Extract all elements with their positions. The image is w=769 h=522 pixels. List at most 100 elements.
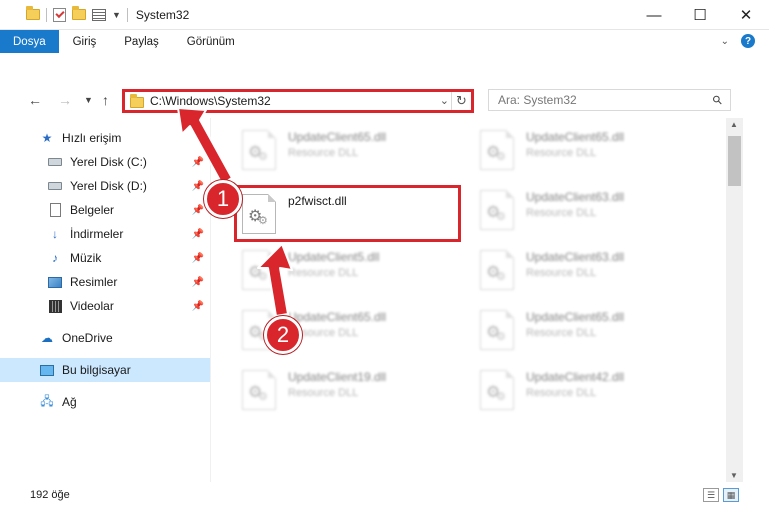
quick-access-toolbar: ▼ xyxy=(0,6,128,22)
new-folder-icon[interactable] xyxy=(72,6,86,20)
nav-label: Ağ xyxy=(62,395,77,409)
pin-icon[interactable]: 📌 xyxy=(192,253,204,264)
nav-local-disk-d[interactable]: Yerel Disk (D:) 📌 xyxy=(0,174,210,198)
file-name: UpdateClient19.dll xyxy=(288,370,387,384)
maximize-icon[interactable]: ☐ xyxy=(677,0,723,30)
chevron-down-icon[interactable]: ⌄ xyxy=(721,36,729,47)
dll-file-icon: ⚙ ⚙ xyxy=(480,310,514,350)
up-arrow-icon[interactable]: ↑ xyxy=(102,92,109,108)
file-type: Resource DLL xyxy=(526,327,597,339)
nav-label: OneDrive xyxy=(62,331,113,345)
pin-icon[interactable]: 📌 xyxy=(192,181,204,192)
navigation-pane: ★ Hızlı erişim Yerel Disk (C:) 📌 Yerel D… xyxy=(0,120,210,482)
dll-file-icon: ⚙ ⚙ xyxy=(480,130,514,170)
close-icon[interactable]: ✕ xyxy=(723,0,769,30)
file-item[interactable]: ⚙ ⚙ UpdateClient65.dll Resource DLL xyxy=(472,122,692,178)
file-type: Resource DLL xyxy=(288,327,359,339)
dll-file-icon: ⚙ ⚙ xyxy=(242,250,276,290)
chevron-down-icon[interactable]: ⌄ xyxy=(440,94,449,107)
pin-icon[interactable]: 📌 xyxy=(192,277,204,288)
recent-locations-icon[interactable]: ▼ xyxy=(84,95,93,105)
help-icon[interactable]: ? xyxy=(741,34,755,48)
nav-quick-access[interactable]: ★ Hızlı erişim xyxy=(0,126,210,150)
item-count: 192 öğe xyxy=(30,489,70,501)
address-path[interactable]: C:\Windows\System32 xyxy=(150,94,271,108)
file-name: UpdateClient5.dll xyxy=(288,250,380,264)
file-type: Resource DLL xyxy=(526,267,597,279)
music-icon: ♪ xyxy=(52,251,58,265)
nav-this-pc[interactable]: Bu bilgisayar xyxy=(0,358,210,382)
file-type: Resource DLL xyxy=(526,387,597,399)
nav-videos[interactable]: Videolar 📌 xyxy=(0,294,210,318)
refresh-icon[interactable]: ↻ xyxy=(451,92,471,110)
nav-label: Hızlı erişim xyxy=(62,131,122,145)
ribbon-tabs: Dosya Giriş Paylaş Görünüm ⌄ ? xyxy=(0,30,769,53)
step-badge-2: 2 xyxy=(264,316,302,354)
properties-check-icon[interactable] xyxy=(53,7,66,22)
file-item[interactable]: ⚙ ⚙ UpdateClient63.dll Resource DLL xyxy=(472,182,692,238)
status-bar: 192 öğe xyxy=(0,484,769,506)
pin-icon[interactable]: 📌 xyxy=(192,157,204,168)
pin-icon[interactable]: 📌 xyxy=(192,205,204,216)
dll-file-icon: ⚙ ⚙ xyxy=(480,250,514,290)
file-item[interactable]: ⚙ ⚙ UpdateClient65.dll Resource DLL xyxy=(472,302,692,358)
nav-onedrive[interactable]: ☁ OneDrive xyxy=(0,326,210,350)
details-view-icon[interactable]: ☰ xyxy=(703,488,719,502)
tiles-view-icon[interactable]: ▦ xyxy=(723,488,739,502)
minimize-icon[interactable]: — xyxy=(631,0,677,30)
scroll-thumb[interactable] xyxy=(728,136,741,186)
folder-icon xyxy=(26,6,40,20)
folder-icon xyxy=(130,94,144,108)
file-item[interactable]: ⚙ ⚙ UpdateClient63.dll Resource DLL xyxy=(472,242,692,298)
nav-label: Bu bilgisayar xyxy=(62,363,131,377)
network-icon: 🖧 xyxy=(40,393,54,408)
forward-arrow-icon[interactable]: → xyxy=(58,92,72,108)
back-arrow-icon[interactable]: ← xyxy=(28,92,42,108)
file-type: Resource DLL xyxy=(288,387,359,399)
nav-pictures[interactable]: Resimler 📌 xyxy=(0,270,210,294)
file-item[interactable]: ⚙ ⚙ UpdateClient65.dll Resource DLL xyxy=(234,122,454,178)
nav-downloads[interactable]: ↓ İndirmeler 📌 xyxy=(0,222,210,246)
vertical-scrollbar[interactable]: ▲ ▼ xyxy=(726,118,743,482)
search-input[interactable]: Ara: System32 ⚲ xyxy=(488,89,731,111)
tab-view[interactable]: Görünüm xyxy=(173,30,249,53)
separator xyxy=(126,7,128,22)
title-bar: ▼ System32 — ☐ ✕ xyxy=(0,0,769,30)
file-item[interactable]: ⚙ ⚙ UpdateClient42.dll Resource DLL xyxy=(472,362,692,418)
pin-icon[interactable]: 📌 xyxy=(192,301,204,312)
separator xyxy=(46,7,47,22)
file-item[interactable]: ⚙ ⚙ UpdateClient5.dll Resource DLL xyxy=(234,242,454,298)
address-bar[interactable]: C:\Windows\System32 ⌄ ↻ xyxy=(122,89,474,113)
tab-share[interactable]: Paylaş xyxy=(110,30,173,53)
download-icon: ↓ xyxy=(52,227,58,241)
tab-home[interactable]: Giriş xyxy=(59,30,111,53)
document-icon xyxy=(48,203,62,217)
nav-label: Müzik xyxy=(70,251,102,265)
properties-icon[interactable] xyxy=(92,8,106,21)
nav-network[interactable]: 🖧 Ağ xyxy=(0,390,210,414)
nav-music[interactable]: ♪ Müzik 📌 xyxy=(0,246,210,270)
nav-label: Yerel Disk (D:) xyxy=(70,179,147,193)
drive-icon xyxy=(48,179,62,193)
scroll-up-icon[interactable]: ▲ xyxy=(730,120,738,129)
pane-divider[interactable] xyxy=(210,118,211,482)
search-icon[interactable]: ⚲ xyxy=(710,92,726,108)
computer-icon xyxy=(40,363,54,377)
scroll-down-icon[interactable]: ▼ xyxy=(730,471,738,480)
pin-icon[interactable]: 📌 xyxy=(192,229,204,240)
window-title: System32 xyxy=(135,7,190,22)
window-controls: — ☐ ✕ xyxy=(631,0,769,30)
nav-label: Belgeler xyxy=(70,203,115,217)
star-icon: ★ xyxy=(41,131,53,145)
file-list: ⚙ ⚙ UpdateClient65.dll Resource DLL ⚙ ⚙ p2f… xyxy=(212,118,726,482)
file-type: Resource DLL xyxy=(526,147,597,159)
tab-file[interactable]: Dosya xyxy=(0,30,59,53)
nav-documents[interactable]: Belgeler 📌 xyxy=(0,198,210,222)
cloud-icon: ☁ xyxy=(41,331,53,345)
address-row: ← → ▼ ↑ C:\Windows\System32 ⌄ ↻ Ara: Sys… xyxy=(0,85,769,117)
file-item[interactable]: ⚙ ⚙ UpdateClient19.dll Resource DLL xyxy=(234,362,454,418)
nav-local-disk-c[interactable]: Yerel Disk (C:) 📌 xyxy=(0,150,210,174)
customize-toolbar-icon[interactable]: ▼ xyxy=(112,10,121,20)
nav-label: Videolar xyxy=(70,299,114,313)
search-placeholder: Ara: System32 xyxy=(498,93,577,107)
